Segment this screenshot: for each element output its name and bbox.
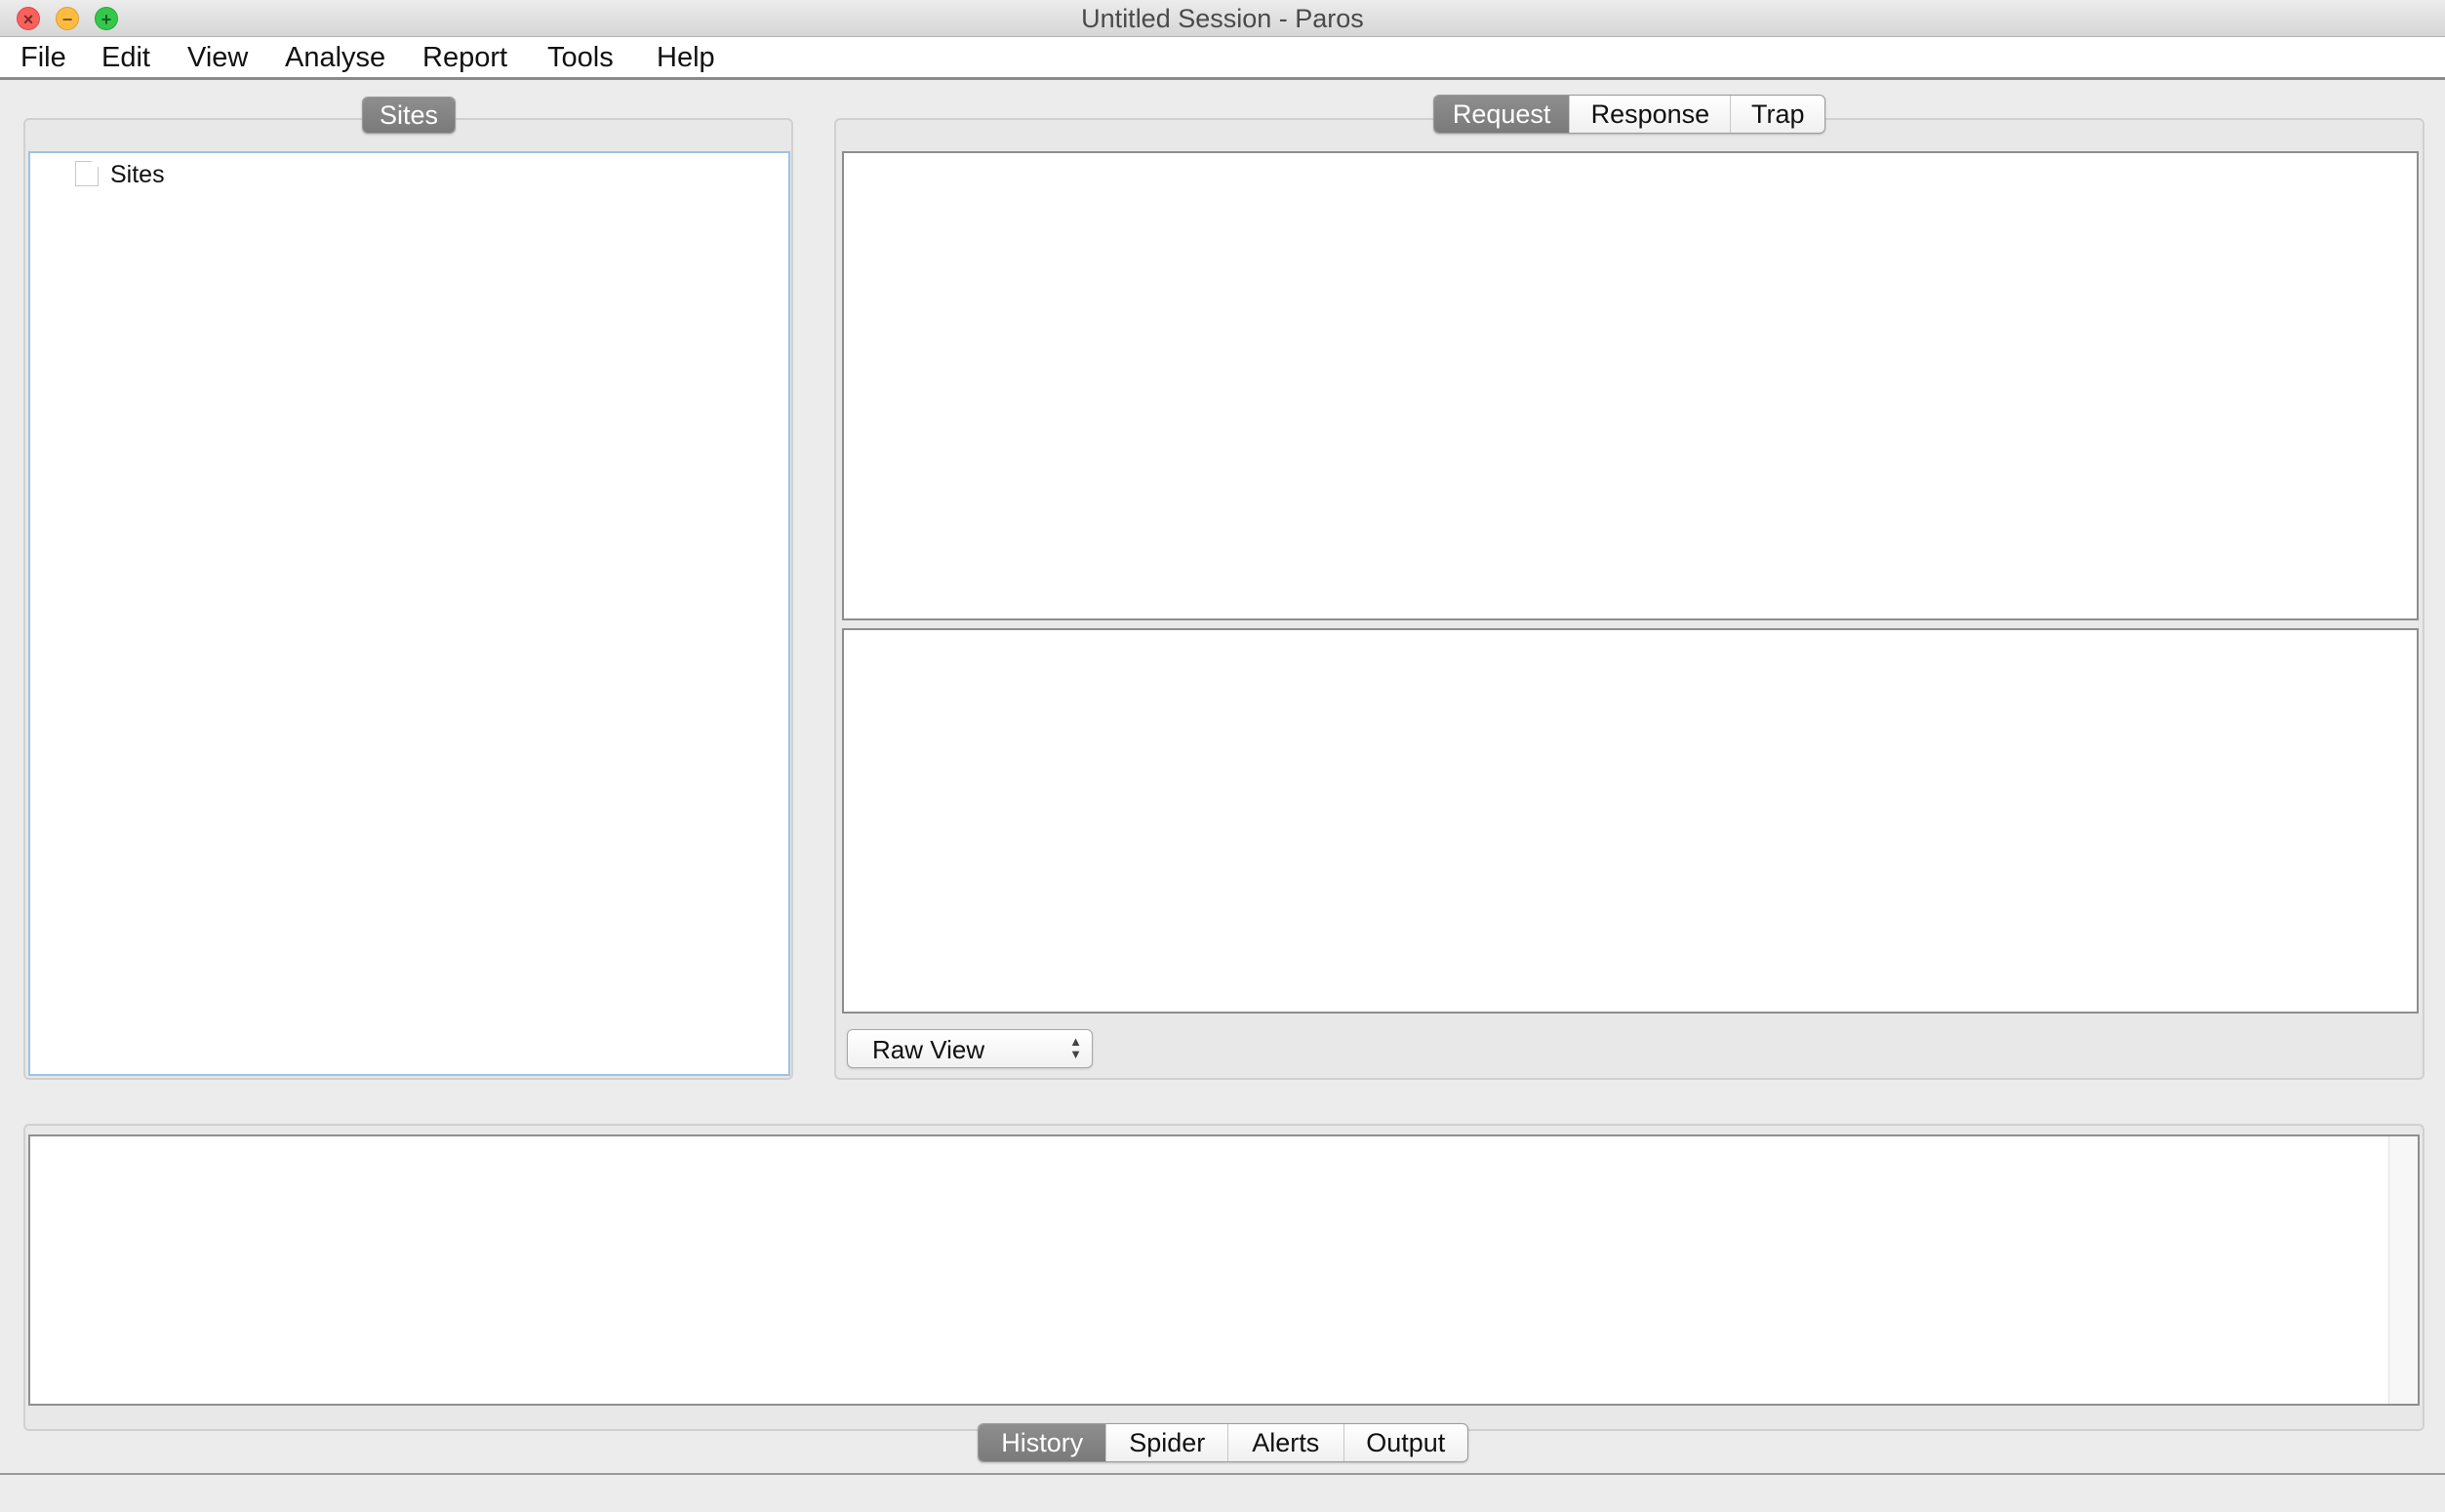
title-bar: × − + Untitled Session - Paros	[0, 0, 2445, 37]
sites-tree[interactable]: Sites	[28, 151, 790, 1076]
menu-help[interactable]: Help	[657, 42, 715, 74]
file-icon	[75, 161, 99, 186]
tab-trap[interactable]: Trap	[1730, 96, 1824, 133]
bottom-tabs: History Spider Alerts Output	[978, 1423, 1468, 1462]
tab-output[interactable]: Output	[1343, 1424, 1467, 1461]
menu-file[interactable]: File	[20, 42, 66, 74]
tree-node-sites[interactable]: Sites	[110, 161, 165, 189]
select-arrows-icon: ▲ ▼	[1069, 1034, 1082, 1061]
sites-tabs: Sites	[362, 97, 456, 134]
menu-analyse[interactable]: Analyse	[285, 42, 385, 74]
tab-sites[interactable]: Sites	[363, 98, 455, 133]
history-list[interactable]	[28, 1134, 2420, 1406]
menu-tools[interactable]: Tools	[547, 42, 614, 74]
status-bar	[0, 1473, 2445, 1512]
tab-alerts[interactable]: Alerts	[1226, 1424, 1343, 1461]
tab-response[interactable]: Response	[1569, 96, 1730, 133]
message-tabs: Request Response Trap	[1433, 95, 1825, 134]
request-header-area[interactable]	[842, 151, 2419, 620]
menu-view[interactable]: View	[187, 42, 248, 74]
window-title: Untitled Session - Paros	[1081, 4, 1364, 33]
view-select-value: Raw View	[872, 1035, 985, 1064]
request-body-area[interactable]	[842, 628, 2419, 1014]
tab-spider[interactable]: Spider	[1105, 1424, 1227, 1461]
tab-history[interactable]: History	[979, 1424, 1106, 1461]
tab-request[interactable]: Request	[1434, 96, 1570, 133]
menu-report[interactable]: Report	[422, 42, 507, 74]
scrollbar[interactable]	[2388, 1136, 2418, 1404]
view-select[interactable]: Raw View ▲ ▼	[847, 1029, 1093, 1068]
menu-bar: File Edit View Analyse Report Tools Help	[0, 37, 2445, 80]
menu-edit[interactable]: Edit	[101, 42, 150, 74]
